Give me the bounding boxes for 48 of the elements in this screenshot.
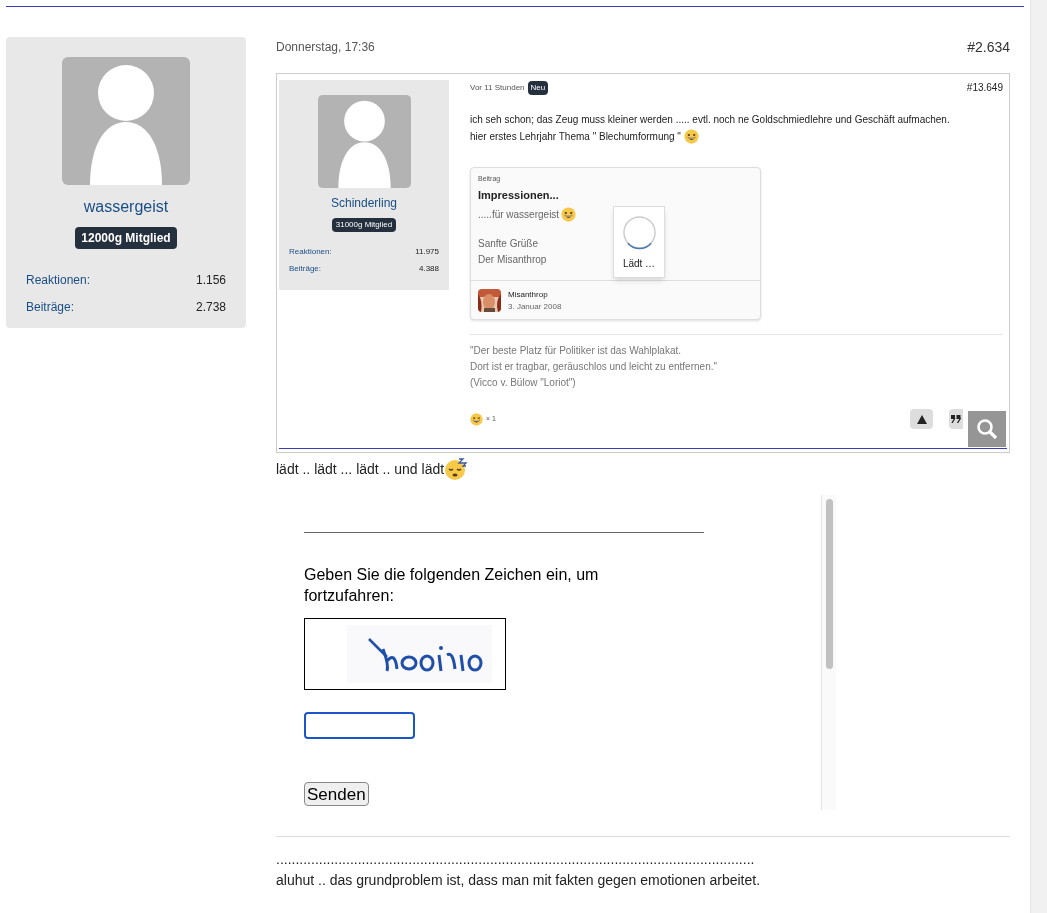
post-text: ........................................................................................................................... (276, 850, 756, 869)
embed-text: .....für wassergeist (478, 208, 560, 222)
signature-text: Dort ist er tragbar, geräuschlos und leicht zu entfernen." (470, 360, 719, 374)
new-tag: Neu (527, 80, 549, 95)
avatar-icon (62, 57, 190, 185)
warning-icon (916, 414, 927, 424)
quote-button[interactable] (949, 409, 963, 429)
username[interactable]: Schinderling (330, 194, 397, 212)
stat-label: Beiträge: (289, 263, 322, 275)
quote-icon (951, 415, 961, 423)
post-text: aluhut .. das grundproblem ist, dass man mit fakten gegen emotionen arbeitet. (276, 871, 762, 890)
laughing-emoji-icon (683, 129, 699, 144)
stat-label: Beiträge: (26, 299, 75, 316)
loading-text: Lädt … (622, 257, 656, 271)
embed-date: 3. Januar 2008 (508, 300, 562, 313)
post-time: Vor 11 Stunden (470, 81, 525, 94)
signature-text: (Vicco v. Bülow "Loriot") (470, 376, 577, 390)
embed-title: Impressionen... (478, 187, 560, 203)
post-number[interactable]: #2.634 (967, 36, 1010, 58)
laughing-emoji-icon (561, 207, 577, 222)
post-text: ich seh schon; das Zeug muss kleiner werden ..... evtl. noch ne Goldschmiedlehre und Geschäft aufmachen. (470, 113, 950, 127)
zoom-button[interactable] (968, 411, 1006, 447)
laughing-emoji-icon (470, 412, 483, 426)
stat-value: 1.156 (195, 272, 226, 289)
captcha-input[interactable] (304, 712, 415, 739)
spinner-icon (621, 215, 657, 250)
post-date[interactable]: Donnerstag, 17:36 (276, 38, 375, 56)
username[interactable]: wassergeist (83, 195, 169, 219)
avatar-icon (317, 95, 411, 188)
embed-text: Der Misanthrop (478, 254, 547, 265)
stat-label: Reaktionen: (289, 246, 332, 258)
stat-value: 4.388 (418, 263, 439, 275)
post-text: hier erstes Lehrjahr Thema " Blechumformung " (470, 130, 681, 144)
embed-text: Sanfte Grüße (478, 238, 539, 249)
stat-value: 2.738 (195, 299, 226, 316)
post-number: #13.649 (966, 81, 1003, 95)
report-button[interactable] (910, 409, 933, 429)
search-icon (976, 418, 998, 440)
send-button[interactable]: Senden (304, 782, 369, 806)
stat-value: 11.975 (415, 246, 439, 258)
captcha-prompt: Geben Sie die folgenden Zeichen ein, um fortzufahren: (304, 565, 600, 606)
member-badge: 31000g Mitglied (331, 218, 397, 232)
signature-text: "Der beste Platz für Politiker ist das Wahlplakat. (470, 344, 683, 358)
stat-label: Reaktionen: (26, 272, 91, 289)
caption-text: lädt .. lädt ... lädt .. und lädt (276, 459, 445, 479)
sleeping-emoji-icon (444, 457, 469, 481)
member-badge: 12000g Mitglied (75, 227, 177, 249)
embed-author[interactable]: Misanthrop (508, 288, 562, 301)
